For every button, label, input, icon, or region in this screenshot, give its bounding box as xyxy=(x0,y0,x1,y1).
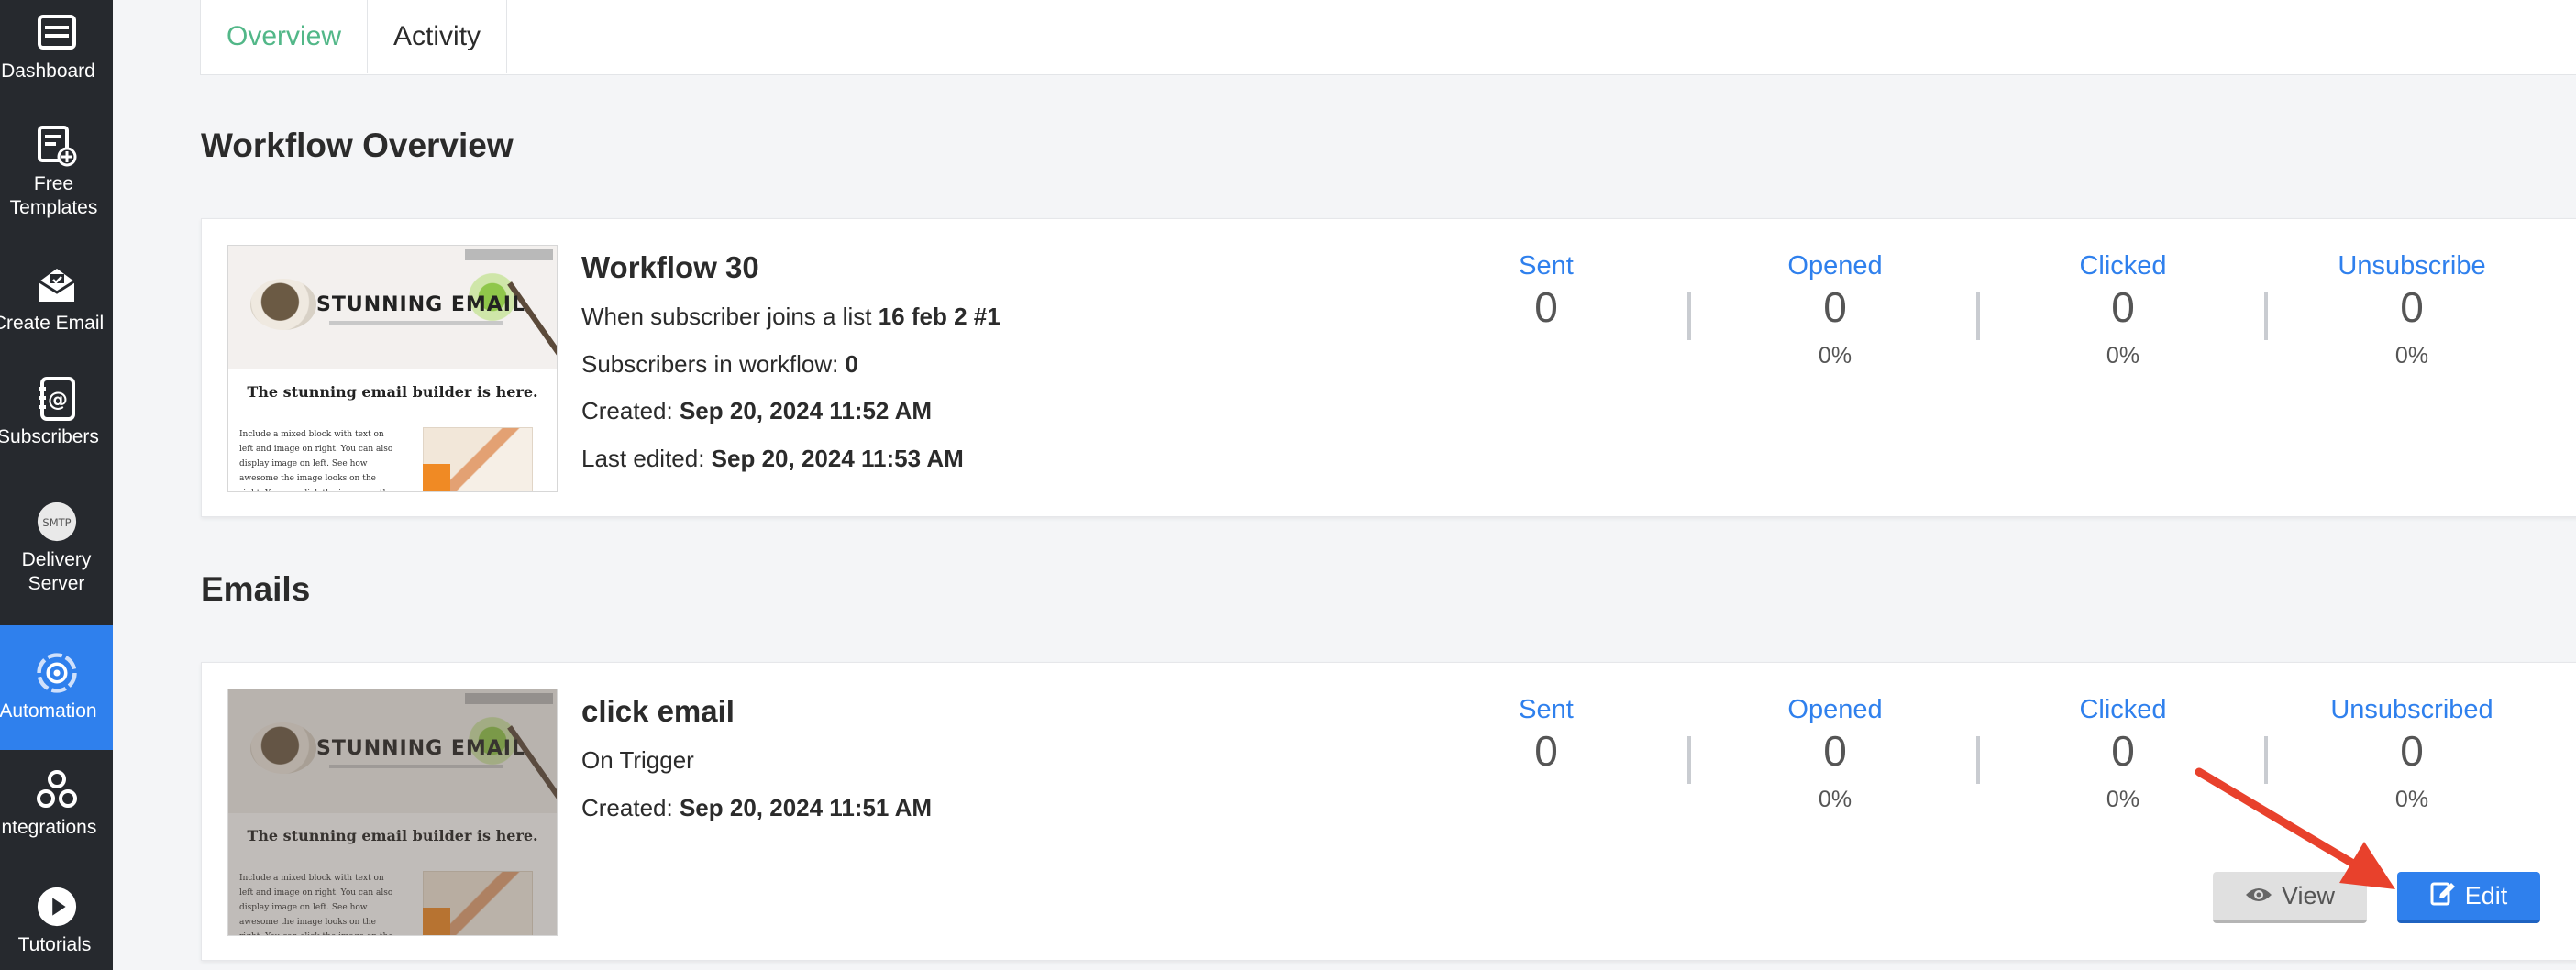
stat-unsubscribe: Unsubscribe 0 0% xyxy=(2338,251,2486,369)
thumbnail-headline: The stunning email builder is here. xyxy=(247,383,538,401)
view-button-label: View xyxy=(2281,882,2336,909)
svg-text:@: @ xyxy=(48,389,68,412)
stat-divider xyxy=(1976,292,1980,340)
tab-overview[interactable]: Overview xyxy=(201,0,369,73)
sidebar-item-dashboard[interactable]: Dashboard xyxy=(0,0,113,96)
sidebar-item-label: Create Email xyxy=(0,313,105,334)
svg-text:SMTP: SMTP xyxy=(42,516,71,529)
sidebar-item-free-templates[interactable]: Free Templates xyxy=(0,125,113,220)
thumbnail-body: Include a mixed block with text on left … xyxy=(239,430,393,491)
stat-sent: Sent 0 xyxy=(1519,695,1574,775)
sidebar-item-label-line2: Server xyxy=(28,573,85,594)
tab-activity[interactable]: Activity xyxy=(368,0,508,73)
sidebar-item-label: Dashboard xyxy=(1,61,95,82)
sidebar-item-tutorials[interactable]: Tutorials xyxy=(0,886,113,957)
main-content: Overview Activity Workflow Overview STUN… xyxy=(113,0,2576,970)
workflow-name: Workflow 30 xyxy=(581,250,759,284)
workflow-last-edited: Last edited: Sep 20, 2024 11:53 AM xyxy=(581,445,964,472)
play-icon xyxy=(36,886,78,928)
workflow-trigger: When subscriber joins a list 16 feb 2 #1 xyxy=(581,303,1001,330)
email-trigger: On Trigger xyxy=(581,746,694,774)
stat-clicked: Clicked 0 0% xyxy=(2079,251,2167,369)
stat-opened: Opened 0 0% xyxy=(1787,251,1883,369)
integrations-icon xyxy=(36,768,78,810)
sidebar-item-create-email[interactable]: Create Email xyxy=(0,264,113,336)
email-card: STUNNING EMAIL The stunning email builde… xyxy=(201,662,2576,961)
thumbnail-title: STUNNING EMAIL xyxy=(316,293,526,316)
edit-button[interactable]: Edit xyxy=(2397,872,2540,923)
sidebar-item-subscribers[interactable]: @ Subscribers xyxy=(0,377,113,449)
email-created: Created: Sep 20, 2024 11:51 AM xyxy=(581,794,933,821)
email-thumbnail[interactable]: STUNNING EMAIL The stunning email builde… xyxy=(227,689,558,936)
stat-divider xyxy=(1687,736,1691,784)
sidebar-item-label: Integrations xyxy=(0,817,97,838)
stat-opened: Opened 0 0% xyxy=(1787,695,1883,812)
edit-button-label: Edit xyxy=(2464,882,2508,909)
stat-unsubscribed: Unsubscribed 0 0% xyxy=(2330,695,2493,812)
workflow-card: STUNNING EMAIL The stunning email builde… xyxy=(201,218,2576,517)
sidebar-item-label-line2: Templates xyxy=(9,197,98,218)
edit-icon xyxy=(2430,880,2456,912)
stat-divider xyxy=(1976,736,1980,784)
view-button[interactable]: View xyxy=(2213,872,2367,923)
automation-icon xyxy=(36,652,78,694)
smtp-icon: SMTP xyxy=(36,501,78,543)
stat-divider xyxy=(2264,292,2268,340)
dashboard-icon xyxy=(36,12,78,54)
sidebar-item-delivery-server[interactable]: SMTP Delivery Server xyxy=(0,501,113,596)
workflow-created: Created: Sep 20, 2024 11:52 AM xyxy=(581,397,933,424)
stat-divider xyxy=(1687,292,1691,340)
create-email-icon xyxy=(36,264,78,306)
workflow-overview-title: Workflow Overview xyxy=(201,127,514,164)
sidebar-item-automation[interactable]: Automation xyxy=(0,625,113,750)
sidebar-item-label: Free xyxy=(33,173,74,194)
stat-clicked: Clicked 0 0% xyxy=(2079,695,2167,812)
sidebar-item-label: Tutorials xyxy=(17,934,92,955)
workflow-thumbnail[interactable]: STUNNING EMAIL The stunning email builde… xyxy=(227,245,558,492)
subscribers-icon: @ xyxy=(36,377,78,421)
sidebar-item-label: Delivery xyxy=(21,549,92,570)
sidebar-item-label: Automation xyxy=(0,700,97,722)
workflow-subscribers: Subscribers in workflow: 0 xyxy=(581,350,859,378)
sidebar: Dashboard Free Templates Create Email @ … xyxy=(0,0,113,970)
emails-title: Emails xyxy=(201,570,311,608)
templates-icon xyxy=(36,125,78,167)
email-name: click email xyxy=(581,694,735,728)
stat-sent: Sent 0 xyxy=(1519,251,1574,331)
eye-icon xyxy=(2245,882,2272,910)
stat-divider xyxy=(2264,736,2268,784)
sidebar-item-integrations[interactable]: Integrations xyxy=(0,768,113,840)
tab-bar: Overview Activity xyxy=(200,0,2576,75)
sidebar-item-label: Subscribers xyxy=(0,426,99,447)
